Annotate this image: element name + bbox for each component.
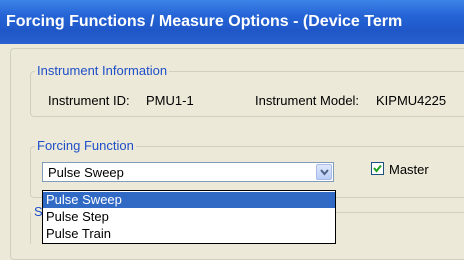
dropdown-button[interactable]: [316, 164, 332, 180]
window-title: Forcing Functions / Measure Options - (D…: [6, 13, 403, 30]
chevron-down-icon: [320, 169, 329, 176]
instrument-info-legend: Instrument Information: [35, 63, 170, 78]
instrument-model-value: KIPMU4225: [376, 93, 447, 108]
instrument-id-value: PMU1-1: [146, 93, 194, 108]
dropdown-option-pulse-train[interactable]: Pulse Train: [43, 226, 335, 242]
forcing-function-combobox[interactable]: Pulse Sweep: [42, 162, 334, 182]
checkmark-icon: [373, 164, 382, 173]
window-title-bar: Forcing Functions / Measure Options - (D…: [0, 0, 464, 44]
forcing-function-dropdown-list: Pulse Sweep Pulse Step Pulse Train: [42, 190, 336, 244]
forcing-function-legend: Forcing Function: [35, 138, 136, 153]
dropdown-option-pulse-sweep[interactable]: Pulse Sweep: [43, 192, 335, 208]
next-group-top-border: [336, 212, 464, 213]
master-checkbox[interactable]: [371, 162, 384, 175]
dropdown-option-pulse-step[interactable]: Pulse Step: [43, 209, 335, 225]
forcing-function-selected-value: Pulse Sweep: [48, 165, 124, 180]
instrument-model-label: Instrument Model:: [255, 93, 360, 108]
master-label[interactable]: Master: [389, 162, 429, 177]
instrument-id-label: Instrument ID:: [48, 93, 130, 108]
next-group-left-border: [30, 212, 31, 244]
